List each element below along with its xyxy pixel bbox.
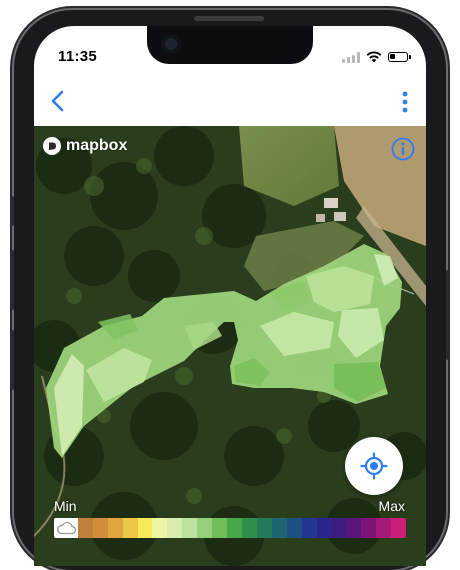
legend-swatch-13 bbox=[271, 518, 287, 538]
legend-cloud-swatch bbox=[54, 518, 78, 538]
locate-crosshair-icon bbox=[360, 452, 388, 480]
legend-swatch-11 bbox=[242, 518, 257, 538]
legend-swatch-4 bbox=[137, 518, 153, 538]
legend-swatch-12 bbox=[256, 518, 272, 538]
legend-swatch-9 bbox=[212, 518, 228, 538]
navigation-bar bbox=[34, 78, 426, 126]
legend-swatch-14 bbox=[286, 518, 302, 538]
volume-down-button bbox=[10, 330, 14, 390]
mapbox-logo-text: mapbox bbox=[66, 137, 128, 154]
more-vertical-icon[interactable] bbox=[398, 90, 412, 114]
locate-me-button[interactable] bbox=[345, 437, 403, 495]
legend-swatch-20 bbox=[376, 518, 392, 538]
legend-swatch-6 bbox=[167, 518, 183, 538]
map-imagery bbox=[34, 126, 426, 566]
status-time: 11:35 bbox=[58, 48, 98, 65]
volume-up-button bbox=[10, 250, 14, 310]
legend-swatch-19 bbox=[361, 518, 377, 538]
cloud-icon bbox=[57, 521, 77, 535]
legend-color-scale bbox=[54, 518, 406, 538]
legend-swatch-1 bbox=[92, 518, 108, 538]
legend-swatch-16 bbox=[316, 518, 332, 538]
phone-screen: 11:35 mapbox Min Max bbox=[34, 26, 426, 566]
battery-icon bbox=[388, 52, 411, 62]
legend-swatch-15 bbox=[301, 518, 317, 538]
mapbox-logo: mapbox bbox=[42, 136, 127, 156]
legend-swatch-18 bbox=[346, 518, 362, 538]
legend-swatch-10 bbox=[227, 518, 242, 538]
legend-swatch-3 bbox=[122, 518, 138, 538]
mute-switch bbox=[10, 196, 14, 226]
speaker-grille bbox=[194, 16, 264, 21]
info-icon[interactable] bbox=[390, 136, 416, 162]
status-icons bbox=[342, 51, 411, 63]
back-chevron-icon[interactable] bbox=[46, 88, 72, 114]
legend-swatch-21 bbox=[391, 518, 406, 538]
legend-max-label: Max bbox=[378, 498, 405, 514]
mapbox-mark-icon bbox=[43, 137, 61, 155]
legend-swatch-7 bbox=[182, 518, 198, 538]
legend-swatch-0 bbox=[77, 518, 93, 538]
notch bbox=[147, 26, 313, 64]
legend-swatch-17 bbox=[331, 518, 347, 538]
legend-min-label: Min bbox=[54, 498, 77, 514]
legend-swatch-8 bbox=[197, 518, 213, 538]
legend-swatch-2 bbox=[107, 518, 123, 538]
legend-swatch-5 bbox=[152, 518, 168, 538]
cellular-signal-icon bbox=[342, 51, 360, 63]
satellite-map[interactable]: mapbox Min Max bbox=[34, 126, 426, 566]
power-button bbox=[446, 270, 450, 360]
front-camera-icon bbox=[161, 34, 181, 54]
wifi-icon bbox=[366, 51, 382, 63]
